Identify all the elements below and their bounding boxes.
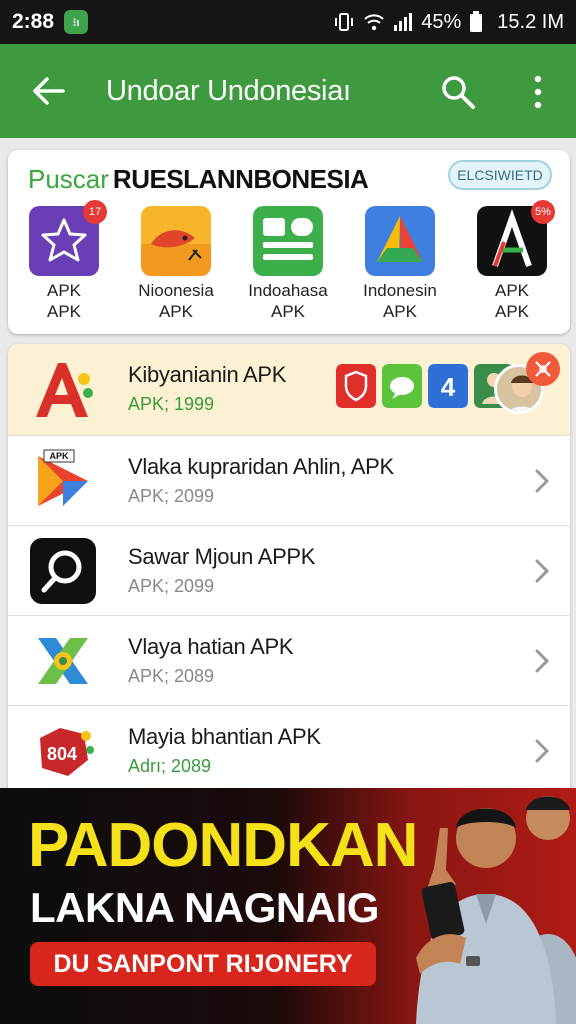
list-item-subtitle: APK; 2089 — [128, 666, 215, 686]
overflow-menu-button[interactable] — [528, 74, 548, 115]
letter-a-icon — [30, 357, 96, 423]
document-icon — [253, 206, 323, 276]
svg-text:4: 4 — [441, 372, 456, 402]
search-lens-icon — [30, 537, 96, 604]
list-item-text: Mayia bhantian APK Adrı; 2089 — [128, 724, 321, 777]
status-time: 2:88 — [12, 10, 55, 33]
list-item-title: Mayia bhantian APK — [128, 724, 321, 749]
list-item-subtitle: APK; 2099 — [128, 576, 215, 596]
number-four-icon: 4 — [428, 364, 468, 408]
banner-headline: PADONDKAN — [28, 811, 418, 880]
x-shape-icon — [30, 628, 96, 694]
list-item-subtitle: APK; 1999 — [128, 394, 215, 414]
featured-app-4[interactable]: Indonesin APK — [344, 206, 456, 322]
list-item[interactable]: Sawar Mjoun APPK APK; 2099 — [8, 526, 570, 616]
chevron-right-icon — [535, 469, 550, 493]
featured-heading: Puscar RUESLANNBONESIA — [28, 164, 369, 195]
banner-subline: LAKNA NAGNAIG — [30, 884, 379, 931]
featured-apps: 17 APK APK Nioonesia APK Indoahasa APK Indo… — [8, 200, 570, 322]
featured-app-label: Indonesin APK — [363, 281, 437, 321]
featured-app-2[interactable]: Nioonesia APK — [120, 206, 232, 322]
search-button[interactable] — [440, 74, 476, 115]
battery-percent: 45% — [421, 10, 462, 33]
list-item-subtitle: Adrı; 2089 — [128, 756, 212, 776]
svg-text:804: 804 — [47, 744, 77, 764]
app-list: Kibyanianin APK APK; 1999 4 APK Vlaka ku… — [8, 344, 570, 796]
list-item-text: Sawar Mjoun APPK APK; 2099 — [128, 544, 315, 597]
drive-icon — [365, 206, 435, 276]
featured-heading-title: RUESLANNBONESIA — [112, 164, 369, 194]
featured-heading-prefix: Puscar — [28, 164, 109, 194]
close-icon — [535, 361, 551, 377]
fish-icon — [141, 206, 211, 276]
svg-text:APK: APK — [49, 451, 69, 461]
featured-card: Puscar RUESLANNBONESIA ELCSIWIETD 17 APK A… — [8, 150, 570, 334]
featured-app-label: APK APK — [494, 281, 530, 321]
search-icon — [442, 76, 475, 109]
star-icon: 17 — [29, 200, 107, 276]
battery-icon — [470, 11, 483, 32]
list-item[interactable]: Vlaya hatian APK APK; 2089 — [8, 616, 570, 706]
chevron-right-icon — [535, 649, 550, 673]
status-right: 45% 15.2 IM — [333, 11, 564, 34]
more-vert-icon — [534, 75, 542, 109]
list-item-text: Vlaya hatian APK APK; 2089 — [128, 634, 294, 687]
featured-app-1[interactable]: 17 APK APK — [8, 200, 120, 322]
featured-app-label: Indoahasa APK — [248, 281, 328, 321]
back-button[interactable] — [16, 76, 80, 106]
app-badge: 17 — [83, 200, 107, 224]
list-item-title: Kibyanianin APK — [128, 362, 287, 387]
notification-icon: ⁝ı — [64, 10, 89, 34]
app-badge: 5% — [531, 200, 555, 224]
puzzle-icon: 804 — [30, 718, 96, 784]
selected-badge[interactable]: ELCSIWIETD — [448, 160, 552, 190]
list-item[interactable]: 804 Mayia bhantian APK Adrı; 2089 — [8, 706, 570, 796]
list-item-text: Vlaka kupraridan Ahlin, APK APK; 2099 — [128, 454, 394, 507]
page-title: Undoar Undonesiaı — [106, 74, 351, 107]
featured-app-5[interactable]: 5% APK APK — [456, 200, 568, 322]
featured-app-label: APK APK — [46, 281, 82, 321]
wifi-icon — [364, 14, 384, 31]
list-item-title: Vlaya hatian APK — [128, 634, 294, 659]
list-item-highlighted[interactable]: Kibyanianin APK APK; 1999 4 — [8, 344, 570, 436]
list-item-title: Sawar Mjoun APPK — [128, 544, 316, 569]
status-bar: 2:88 ⁝ı 45% 15.2 IM — [0, 0, 576, 44]
list-item-text: Kibyanianin APK APK; 1999 — [128, 362, 286, 415]
close-button[interactable] — [526, 352, 560, 386]
letter-a-icon: 5% — [477, 200, 555, 276]
status-clock: 15.2 IM — [497, 10, 564, 33]
list-item-subtitle: APK; 2099 — [128, 486, 215, 506]
play-icon: APK — [30, 448, 96, 514]
banner-cta-button[interactable]: DU SANPONT RIJONERY — [30, 942, 376, 986]
vibrate-icon — [335, 13, 354, 31]
chevron-right-icon — [535, 739, 550, 763]
featured-app-3[interactable]: Indoahasa APK — [232, 206, 344, 322]
related-app-icons: 4 — [336, 364, 514, 408]
list-item[interactable]: APK Vlaka kupraridan Ahlin, APK APK; 209… — [8, 436, 570, 526]
shield-icon — [336, 364, 376, 408]
signal-icon — [394, 13, 413, 31]
arrow-left-icon — [33, 77, 65, 105]
promo-banner[interactable]: PADONDKAN LAKNA NAGNAIG DU SANPONT RIJON… — [0, 788, 576, 1024]
app-bar: Undoar Undonesiaı — [0, 44, 576, 138]
chevron-right-icon — [535, 559, 550, 583]
list-item-title: Vlaka kupraridan Ahlin, APK — [128, 454, 394, 479]
featured-app-label: Nioonesia APK — [138, 281, 214, 321]
banner-people-image — [416, 796, 576, 1024]
chat-icon — [382, 364, 422, 408]
